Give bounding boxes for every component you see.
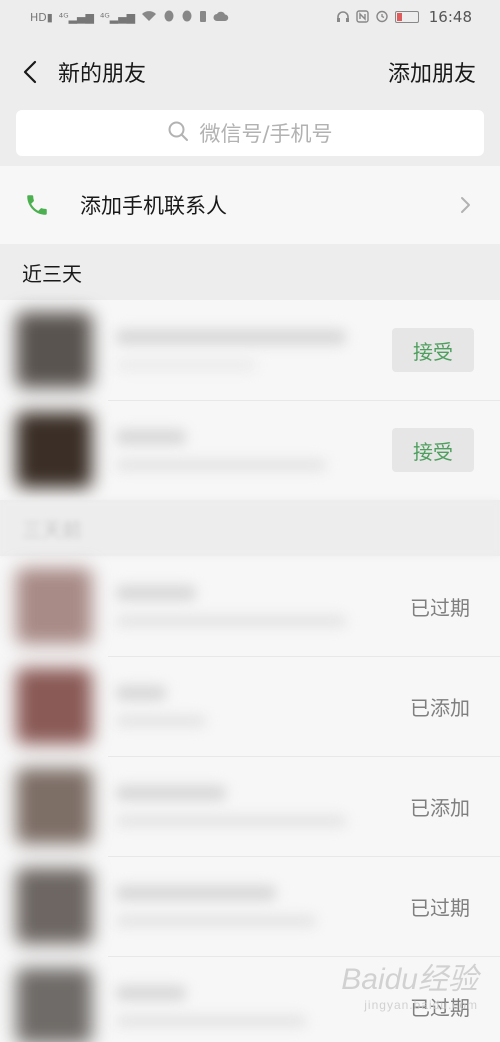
- friend-request-info: [92, 329, 382, 371]
- friend-request-row[interactable]: 已过期: [0, 956, 500, 1042]
- friend-request-row[interactable]: 已添加: [0, 656, 500, 756]
- friend-request-row[interactable]: 已过期: [0, 556, 500, 656]
- alarm-icon: [375, 9, 389, 25]
- page-title: 新的朋友: [58, 62, 147, 87]
- hd-signal-icon: HD▮: [30, 10, 53, 24]
- avatar: [16, 868, 92, 944]
- back-arrow-icon[interactable]: [16, 58, 44, 86]
- battery-icon: [394, 11, 419, 23]
- friend-request-row[interactable]: 已过期: [0, 856, 500, 956]
- status-bar-left: HD▮ ⁴ᴳ▂▄▆ ⁴ᴳ▂▄▆: [30, 10, 229, 25]
- row-actions: 已过期: [382, 592, 500, 621]
- qq-icon: [181, 10, 193, 25]
- wifi-icon: [141, 10, 157, 24]
- friend-name-blurred: [116, 429, 186, 445]
- friend-request-row[interactable]: 已添加: [0, 756, 500, 856]
- friend-name-blurred: [116, 985, 186, 1001]
- avatar: [16, 968, 92, 1042]
- nfc-icon: [356, 9, 369, 25]
- avatar: [16, 312, 92, 388]
- friend-request-info: [92, 985, 382, 1027]
- friend-name-blurred: [116, 785, 226, 801]
- notification-icon: [199, 10, 207, 25]
- status-bar-right: 16:48: [336, 8, 472, 26]
- friend-request-info: [92, 685, 382, 727]
- friend-message-blurred: [116, 615, 346, 627]
- row-actions: 已添加: [382, 792, 500, 821]
- friend-name-blurred: [116, 329, 346, 345]
- friend-request-row[interactable]: 接受: [0, 300, 500, 400]
- older-request-list: 已过期 已添加 已添加 已过期 已过期: [0, 556, 500, 1042]
- add-friend-button[interactable]: 添加朋友: [388, 56, 476, 88]
- avatar: [16, 412, 92, 488]
- avatar: [16, 668, 92, 744]
- request-status: 已添加: [410, 695, 470, 720]
- avatar: [16, 768, 92, 844]
- friend-request-info: [92, 885, 382, 927]
- nav-left: 新的朋友: [16, 56, 146, 88]
- row-actions: 已过期: [382, 992, 500, 1021]
- friend-request-row[interactable]: 接受: [0, 400, 500, 500]
- row-actions: 接受: [382, 428, 500, 472]
- signal-icon: ⁴ᴳ▂▄▆: [58, 10, 94, 24]
- headset-icon: [336, 10, 350, 25]
- status-time: 16:48: [428, 8, 472, 26]
- search-icon: [167, 120, 189, 147]
- section-header-older: 三天前: [0, 500, 500, 556]
- search-container: 微信号/手机号: [0, 110, 500, 166]
- status-bar: HD▮ ⁴ᴳ▂▄▆ ⁴ᴳ▂▄▆ 16:48: [0, 0, 500, 34]
- add-phone-contacts-row[interactable]: 添加手机联系人: [0, 166, 500, 244]
- friend-name-blurred: [116, 685, 166, 701]
- row-actions: 接受: [382, 328, 500, 372]
- friend-request-info: [92, 585, 382, 627]
- add-phone-contacts-label: 添加手机联系人: [80, 194, 227, 218]
- request-status: 已过期: [410, 995, 470, 1020]
- section-header-recent: 近三天: [0, 244, 500, 300]
- accept-button[interactable]: 接受: [392, 428, 474, 472]
- friend-request-info: [92, 785, 382, 827]
- request-status: 已过期: [410, 895, 470, 920]
- nav-bar: 新的朋友 添加朋友: [0, 34, 500, 110]
- row-actions: 已添加: [382, 692, 500, 721]
- friend-name-blurred: [116, 885, 276, 901]
- signal-icon: ⁴ᴳ▂▄▆: [99, 10, 136, 24]
- search-placeholder: 微信号/手机号: [199, 122, 333, 146]
- accept-button[interactable]: 接受: [392, 328, 474, 372]
- friend-message-blurred: [116, 459, 326, 471]
- request-status: 已添加: [410, 795, 470, 820]
- friend-name-blurred: [116, 585, 196, 601]
- friend-request-info: [92, 429, 382, 471]
- chevron-right-icon: [460, 195, 476, 215]
- friend-message-blurred: [116, 1015, 306, 1027]
- recent-request-list: 接受 接受: [0, 300, 500, 500]
- phone-icon: [24, 191, 52, 219]
- friend-message-blurred: [116, 815, 346, 827]
- search-input[interactable]: 微信号/手机号: [16, 110, 484, 156]
- row-actions: 已过期: [382, 892, 500, 921]
- avatar: [16, 568, 92, 644]
- request-status: 已过期: [410, 595, 470, 620]
- friend-message-blurred: [116, 715, 206, 727]
- qq-icon: [163, 10, 175, 25]
- cloud-icon: [213, 11, 229, 24]
- friend-message-blurred: [116, 359, 256, 371]
- friend-message-blurred: [116, 915, 316, 927]
